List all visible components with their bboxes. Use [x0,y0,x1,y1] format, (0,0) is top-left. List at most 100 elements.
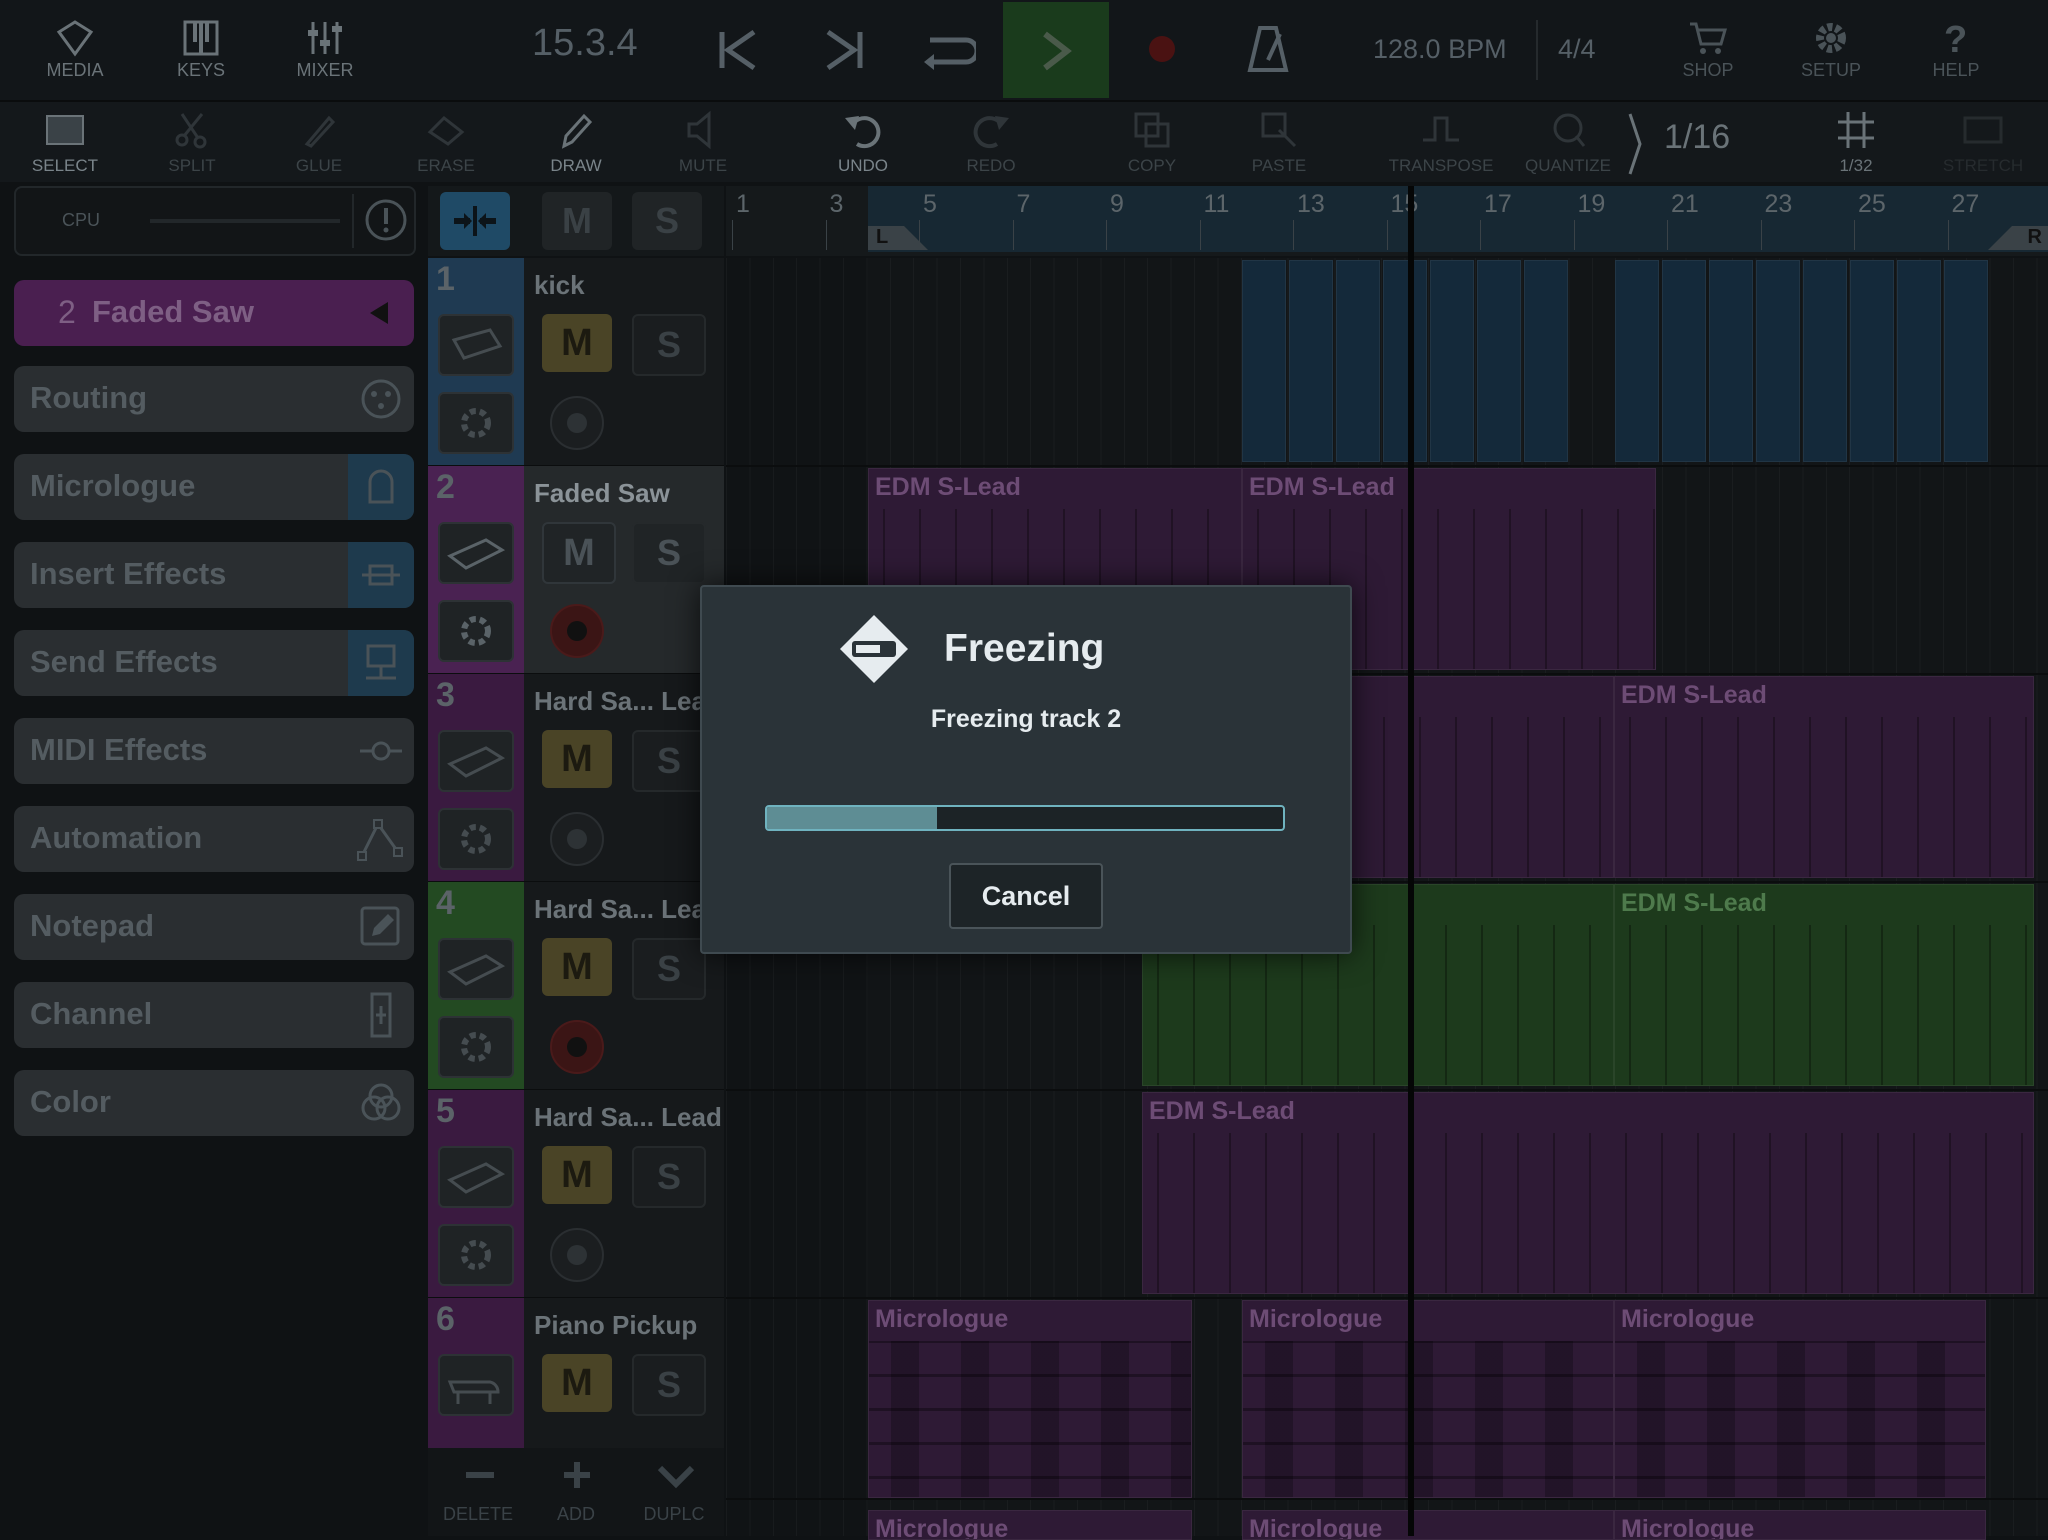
clip-kick[interactable] [1477,260,1521,462]
media-button[interactable]: MEDIA [25,0,125,100]
keys-button[interactable]: KEYS [151,0,251,100]
mute-button[interactable]: M [542,522,616,584]
track-header-selected[interactable]: 2 Faded Saw M S [428,466,724,675]
skip-start-icon[interactable] [716,28,760,72]
instrument-button[interactable] [438,938,514,1000]
record-arm-button[interactable] [550,1020,604,1074]
copy-button[interactable]: COPY [1097,102,1207,182]
freeze-button[interactable] [438,808,514,870]
shop-button[interactable]: SHOP [1658,0,1758,100]
record-arm-button[interactable] [550,604,604,658]
clip-kick[interactable] [1850,260,1894,462]
solo-button[interactable]: S [632,938,706,1000]
sidebar-item-micrologue[interactable]: Micrologue [14,454,414,520]
mute-tool[interactable]: MUTE [648,102,758,182]
clip-kick[interactable] [1524,260,1568,462]
clip-kick[interactable] [1242,260,1286,462]
track-header[interactable]: 5 Hard Sa... Lead M S [428,1090,724,1299]
instrument-button[interactable] [438,522,514,584]
selected-track-header[interactable]: 2 Faded Saw [14,280,414,346]
sidebar-item-routing[interactable]: Routing [14,366,414,432]
split-tool[interactable]: SPLIT [137,102,247,182]
mute-button[interactable]: M [542,730,612,788]
timeline-ruler[interactable]: 1 3 5 7 9 11 13 15 17 19 21 23 25 27 L R [726,186,2048,256]
quantize-value[interactable]: 1/16 [1664,118,1730,157]
track-header[interactable]: 1 kick M S [428,258,724,467]
clip-kick[interactable] [1383,260,1427,462]
glue-tool[interactable]: GLUE [264,102,374,182]
sidebar-item-channel[interactable]: Channel [14,982,414,1048]
add-track-button[interactable]: ADD [532,1448,620,1536]
clip-kick[interactable] [1289,260,1333,462]
tempo-display[interactable]: 128.0 BPM [1373,34,1507,65]
freeze-button[interactable] [438,1224,514,1286]
solo-all-button[interactable]: S [632,192,702,250]
solo-button[interactable]: S [632,1354,706,1416]
clip-kick[interactable] [1336,260,1380,462]
sidebar-item-color[interactable]: Color [14,1070,414,1136]
solo-button[interactable]: S [632,1146,706,1208]
grid-button[interactable]: 1/32 [1801,102,1911,182]
help-button[interactable]: ? HELP [1906,0,2006,100]
metronome-icon[interactable] [1246,24,1290,74]
lane-piano-pickup[interactable]: Micrologue Micrologue Micrologue [726,1298,2048,1500]
erase-tool[interactable]: ERASE [391,102,501,182]
clip-kick[interactable] [1709,260,1753,462]
warning-icon[interactable] [364,198,408,242]
track-header[interactable]: 4 Hard Sa... Lead M S [428,882,724,1091]
delete-track-button[interactable]: DELETE [434,1448,522,1536]
transpose-button[interactable]: TRANSPOSE [1386,102,1496,182]
sidebar-item-notepad[interactable]: Notepad [14,894,414,960]
clip-micrologue[interactable]: Micrologue [868,1300,1192,1498]
clip-micrologue[interactable]: Micrologue [1242,1300,1614,1498]
quantize-button[interactable]: QUANTIZE [1513,102,1623,182]
instrument-button[interactable] [438,730,514,792]
mixer-button[interactable]: MIXER [275,0,375,100]
instrument-button[interactable] [438,1146,514,1208]
clip-micrologue[interactable]: Micrologue [1614,1300,1986,1498]
skip-end-icon[interactable] [822,28,866,72]
cancel-button[interactable]: Cancel [949,863,1103,929]
record-arm-button[interactable] [550,1228,604,1282]
loop-icon[interactable] [920,30,976,70]
clip-kick[interactable] [1662,260,1706,462]
clip-kick[interactable] [1615,260,1659,462]
paste-button[interactable]: PASTE [1224,102,1334,182]
sidebar-item-automation[interactable]: Automation [14,806,414,872]
record-arm-button[interactable] [550,812,604,866]
duplicate-track-button[interactable]: DUPLC [630,1448,718,1536]
freeze-button[interactable] [438,392,514,454]
mute-button[interactable]: M [542,314,612,372]
clip-kick[interactable] [1430,260,1474,462]
sidebar-item-insert-effects[interactable]: Insert Effects [14,542,414,608]
instrument-button[interactable] [438,1354,514,1416]
solo-button[interactable]: S [632,314,706,376]
track-header[interactable]: 6 Piano Pickup M S [428,1298,724,1450]
track-width-button[interactable] [440,192,510,250]
clip-kick[interactable] [1756,260,1800,462]
lane-track-5[interactable]: EDM S-Lead [726,1090,2048,1299]
mute-button[interactable]: M [542,1146,612,1204]
record-button[interactable] [1149,36,1175,62]
clip-edm-s-lead[interactable]: EDM S-Lead [1614,884,2034,1086]
freeze-button[interactable] [438,600,514,662]
undo-button[interactable]: UNDO [808,102,918,182]
draw-tool[interactable]: DRAW [521,102,631,182]
clip-kick[interactable] [1803,260,1847,462]
lane-track-7[interactable]: Micrologue Micrologue Micrologue [726,1508,2048,1540]
signature-display[interactable]: 4/4 [1558,34,1596,65]
redo-button[interactable]: REDO [936,102,1046,182]
mute-button[interactable]: M [542,938,612,996]
clip-edm-s-lead[interactable]: EDM S-Lead [1614,676,2034,878]
playhead[interactable] [1408,186,1414,1536]
clip-kick[interactable] [1944,260,1988,462]
track-header[interactable]: 3 Hard Sa... Lead M S [428,674,724,883]
clip-kick[interactable] [1897,260,1941,462]
setup-button[interactable]: SETUP [1781,0,1881,100]
freeze-button[interactable] [438,1016,514,1078]
stretch-button[interactable]: STRETCH [1928,102,2038,182]
solo-button[interactable]: S [632,522,706,584]
mute-button[interactable]: M [542,1354,612,1412]
sidebar-item-midi-effects[interactable]: MIDI Effects [14,718,414,784]
sidebar-item-send-effects[interactable]: Send Effects [14,630,414,696]
